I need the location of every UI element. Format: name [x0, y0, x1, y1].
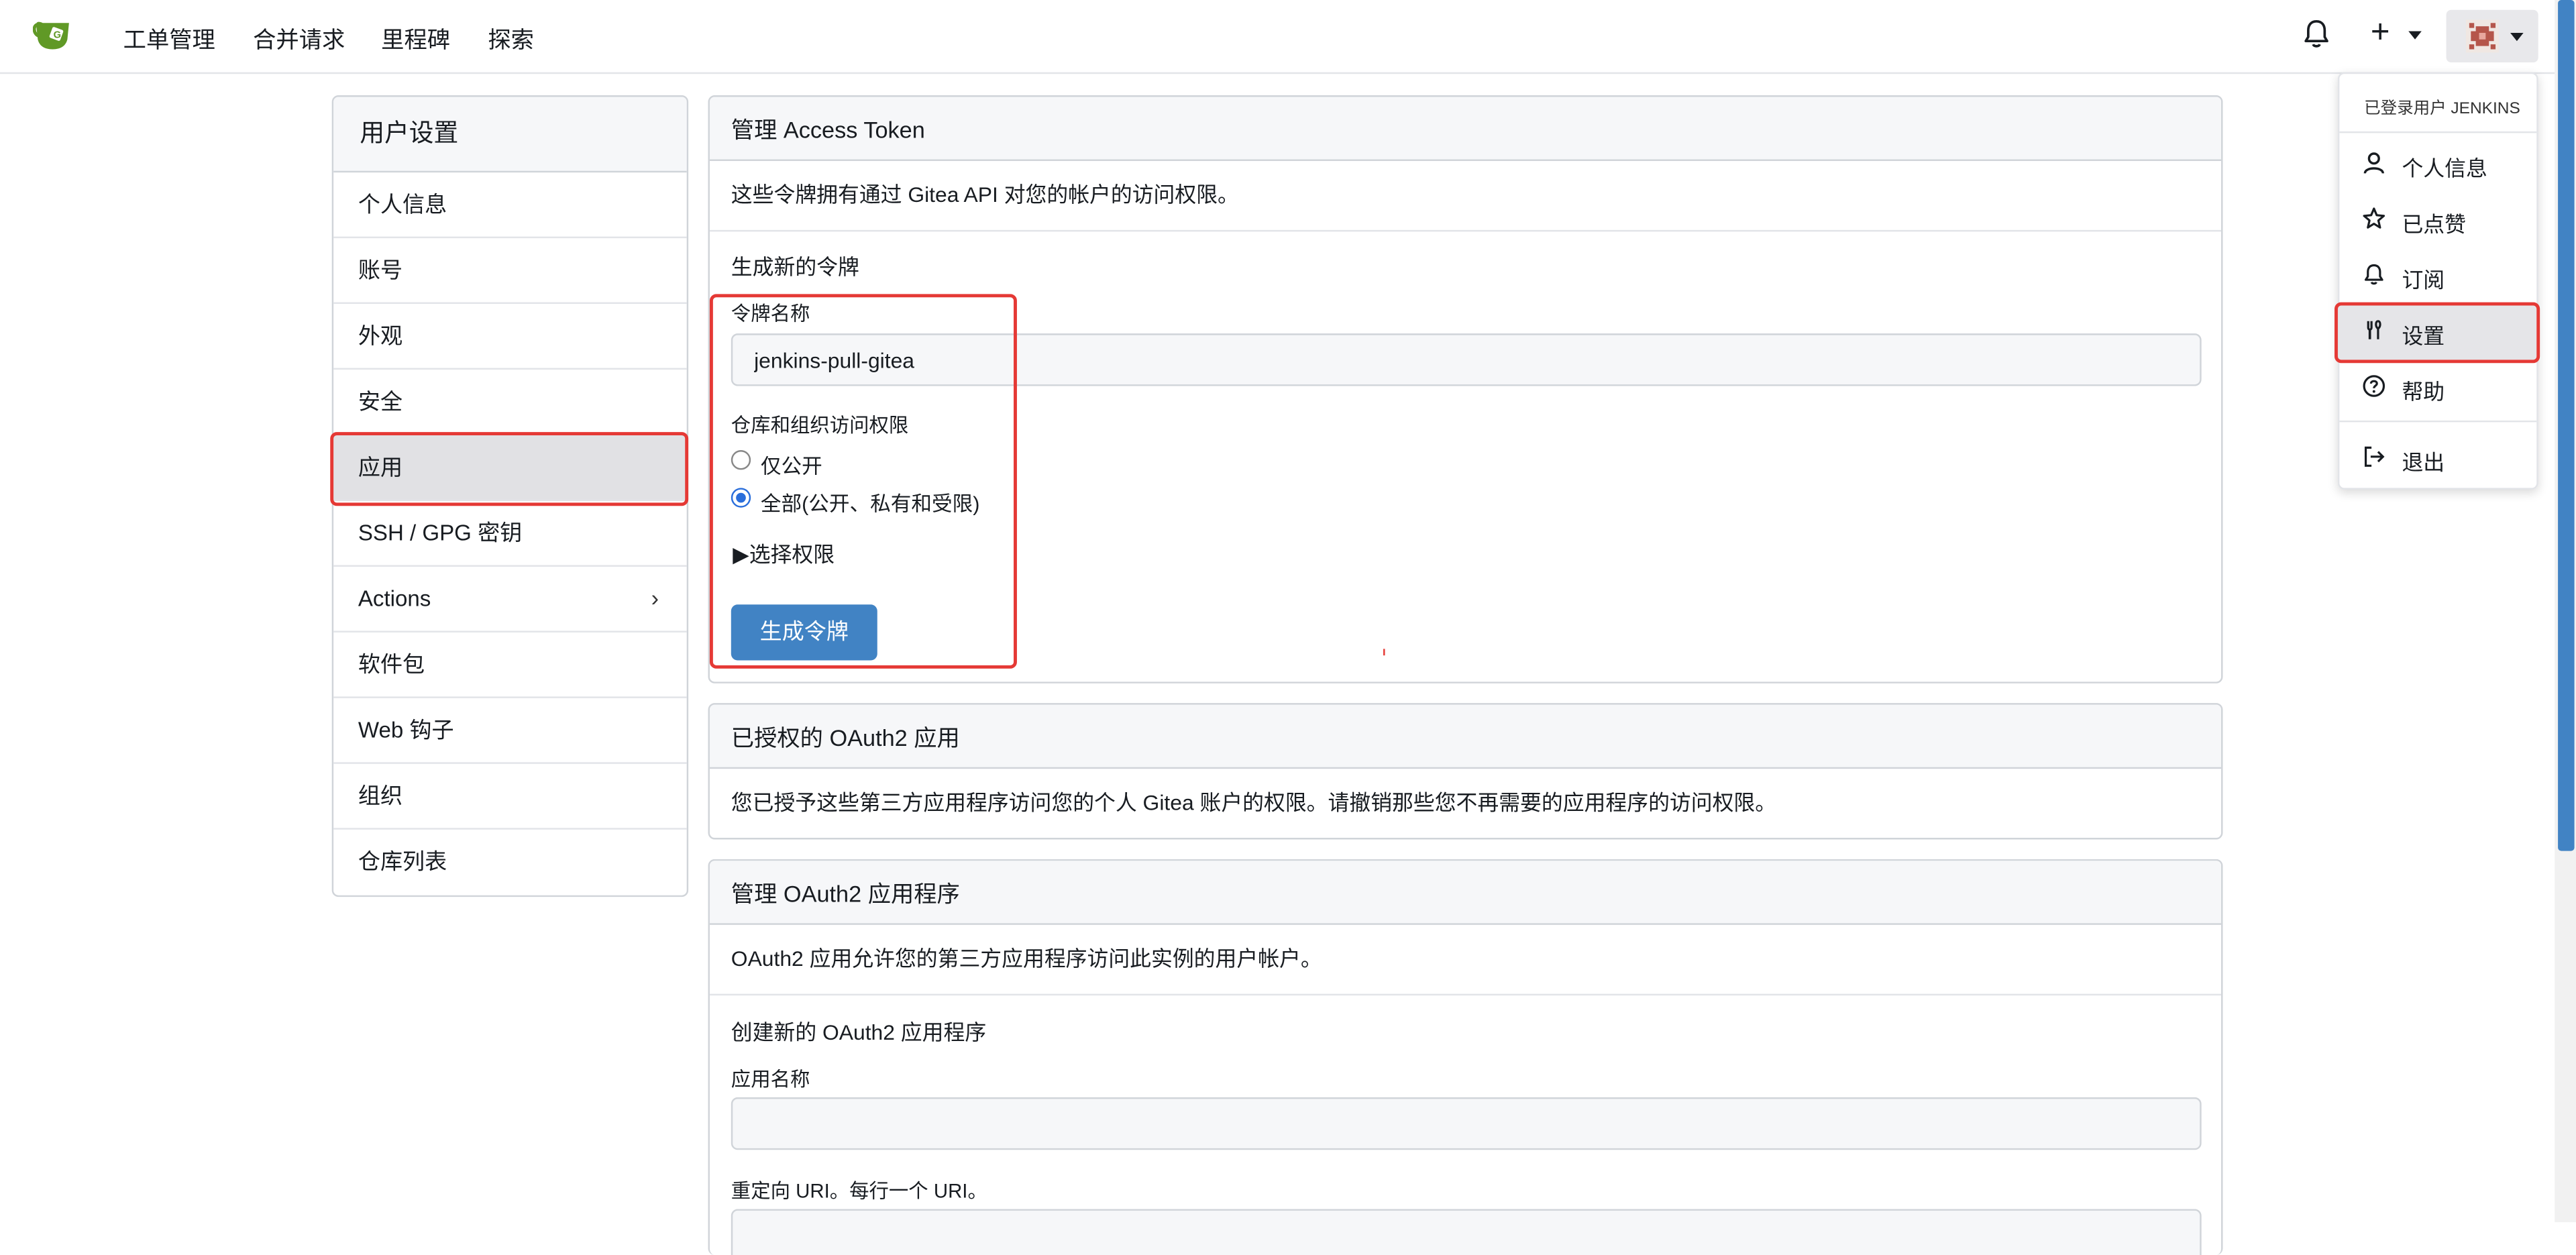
- menu-item-help[interactable]: 帮助: [2339, 360, 2536, 415]
- generate-token-title: 生成新的令牌: [731, 254, 859, 280]
- sidebar-item-appearance[interactable]: 外观: [333, 304, 687, 370]
- menu-item-starred[interactable]: 已点赞: [2339, 193, 2536, 248]
- menu-item-label: 帮助: [2402, 379, 2445, 404]
- page-scrollbar-thumb[interactable]: [2558, 0, 2575, 851]
- bell-icon: [2364, 264, 2383, 285]
- app-name-input[interactable]: [731, 1097, 2202, 1150]
- access-token-description: 这些令牌拥有通过 Gitea API 对您的帐户的访问权限。: [709, 161, 2222, 232]
- highlight-token-form: [709, 294, 1017, 669]
- sidebar-item-security[interactable]: 安全: [333, 370, 687, 435]
- nav-explore[interactable]: 探索: [488, 23, 534, 56]
- person-icon: [2363, 152, 2384, 174]
- sign-out-icon: [2364, 446, 2385, 467]
- highlight-menu-settings: [2334, 302, 2540, 364]
- sidebar-item-label: 软件包: [358, 652, 425, 677]
- redirect-uri-textarea[interactable]: [731, 1209, 2202, 1255]
- star-icon: [2363, 207, 2385, 229]
- user-menu-caret-icon: [2510, 32, 2524, 42]
- sidebar-item-profile[interactable]: 个人信息: [333, 172, 687, 239]
- top-navbar: G 工单管理 合并请求 里程碑 探索 +: [0, 0, 2555, 74]
- sidebar-item-label: 个人信息: [358, 192, 447, 217]
- sidebar-item-label: 安全: [358, 389, 403, 415]
- nav-milestones[interactable]: 里程碑: [381, 23, 450, 56]
- stray-mark: [1383, 649, 1385, 656]
- sidebar-item-packages[interactable]: 软件包: [333, 633, 687, 698]
- authorized-oauth2-description: 您已授予这些第三方应用程序访问您的个人 Gitea 账户的权限。请撤销那些您不再…: [731, 789, 1777, 815]
- sidebar-item-label: SSH / GPG 密钥: [358, 521, 523, 546]
- gitea-logo[interactable]: G: [32, 15, 79, 54]
- sidebar-item-label: 账号: [358, 258, 403, 283]
- sidebar-item-label: 组织: [358, 783, 403, 808]
- sidebar-item-label: 仓库列表: [358, 849, 447, 874]
- sidebar-item-account[interactable]: 账号: [333, 238, 687, 305]
- question-icon: [2363, 375, 2385, 397]
- manage-oauth2-section: 管理 OAuth2 应用程序 OAuth2 应用允许您的第三方应用程序访问此实例…: [708, 859, 2223, 1255]
- sidebar-title: 用户设置: [333, 97, 687, 173]
- menu-item-label: 已点赞: [2402, 211, 2466, 237]
- authorized-oauth2-header: 已授权的 OAuth2 应用: [709, 704, 2222, 769]
- signed-in-as-label: 已登录用户 JENKINS: [2364, 100, 2520, 119]
- user-menu-button[interactable]: [2446, 9, 2538, 63]
- create-new-plus-icon[interactable]: +: [2371, 15, 2390, 51]
- sidebar-item-webhooks[interactable]: Web 钩子: [333, 698, 687, 764]
- manage-oauth2-header: 管理 OAuth2 应用程序: [709, 861, 2222, 925]
- create-menu-caret-icon[interactable]: [2408, 31, 2422, 40]
- sidebar-item-ssh-gpg-keys[interactable]: SSH / GPG 密钥: [333, 501, 687, 567]
- menu-item-profile[interactable]: 个人信息: [2339, 136, 2536, 192]
- sidebar-item-label: Actions: [358, 586, 431, 612]
- menu-item-label: 订阅: [2402, 268, 2445, 292]
- menu-item-sign-out[interactable]: 退出: [2339, 431, 2536, 486]
- authorized-oauth2-section: 已授权的 OAuth2 应用 您已授予这些第三方应用程序访问您的个人 Gitea…: [708, 703, 2223, 840]
- sidebar-item-organizations[interactable]: 组织: [333, 764, 687, 830]
- svg-text:G: G: [54, 30, 61, 40]
- nav-pull-requests[interactable]: 合并请求: [253, 23, 345, 56]
- nav-issues[interactable]: 工单管理: [123, 23, 215, 56]
- highlight-sidebar-applications: [330, 432, 689, 506]
- menu-item-subscriptions[interactable]: 订阅: [2339, 248, 2536, 304]
- menu-item-label: 退出: [2402, 450, 2445, 475]
- notifications-bell-icon[interactable]: [2302, 18, 2331, 51]
- sidebar-item-repositories[interactable]: 仓库列表: [333, 830, 687, 894]
- dropdown-divider: [2339, 131, 2537, 133]
- chevron-right-icon: ›: [651, 584, 659, 612]
- sidebar-item-actions[interactable]: Actions ›: [333, 567, 687, 633]
- sidebar-item-label: Web 钩子: [358, 718, 454, 743]
- menu-item-label: 个人信息: [2402, 156, 2487, 181]
- app-name-label: 应用名称: [731, 1067, 810, 1091]
- access-token-header: 管理 Access Token: [709, 97, 2222, 162]
- redirect-uri-label: 重定向 URI。每行一个 URI。: [731, 1179, 987, 1203]
- user-dropdown-menu: 已登录用户 JENKINS 个人信息 已点赞 订阅 设置 帮助 退出: [2337, 72, 2538, 490]
- dropdown-divider: [2339, 420, 2537, 423]
- sidebar-item-label: 外观: [358, 323, 403, 349]
- manage-oauth2-description: OAuth2 应用允许您的第三方应用程序访问此实例的用户帐户。: [709, 925, 2222, 996]
- user-avatar: [2465, 19, 2499, 53]
- create-oauth2-title: 创建新的 OAuth2 应用程序: [731, 1020, 987, 1045]
